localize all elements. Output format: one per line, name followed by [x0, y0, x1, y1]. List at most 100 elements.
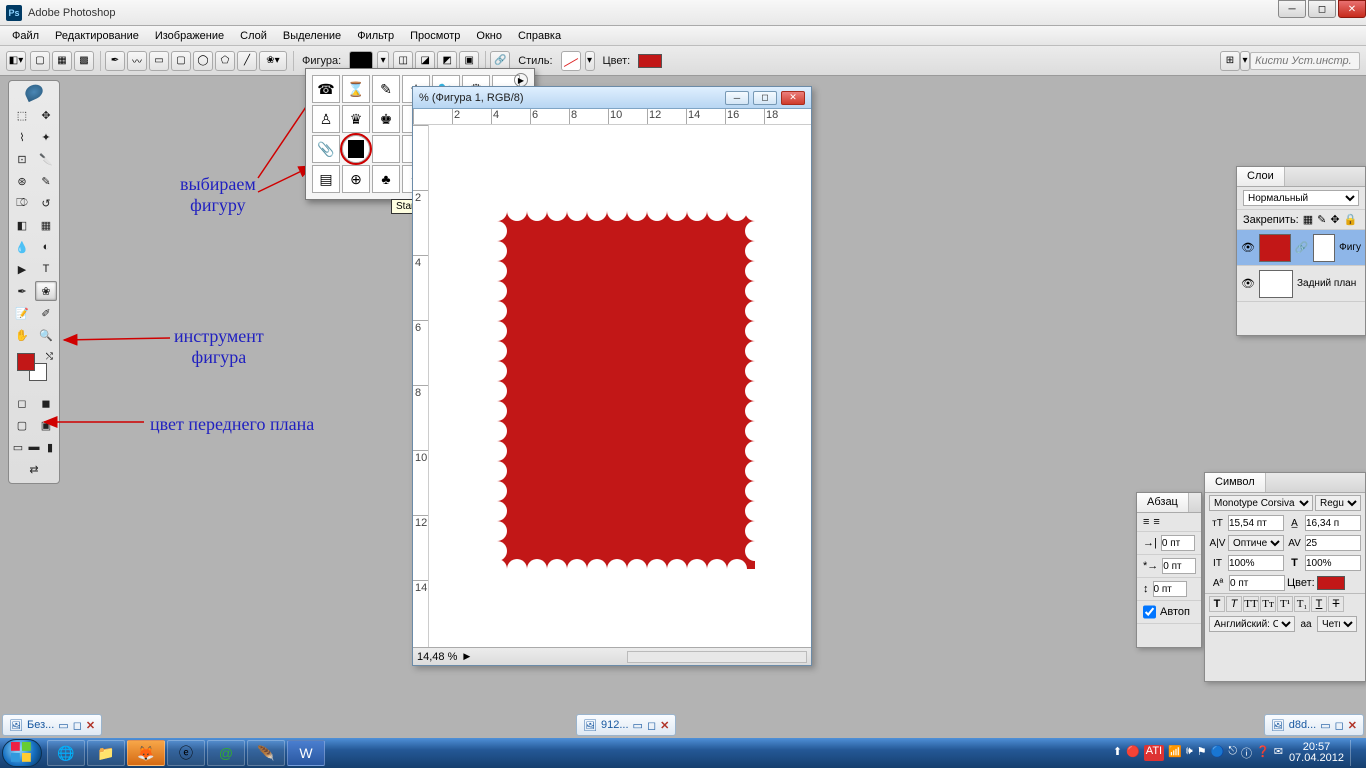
freeform-pen-icon[interactable]: 〰 [127, 51, 147, 71]
auto-hyphen-check[interactable] [1143, 604, 1156, 620]
doc-tab-1[interactable]: 🖼Без...▭◻✕ [2, 714, 102, 736]
lock-paint-icon[interactable]: ✎ [1317, 213, 1326, 226]
zoom-tool[interactable]: 🔍 [35, 325, 57, 345]
menu-view[interactable]: Просмотр [402, 28, 468, 44]
horizontal-scrollbar[interactable] [627, 651, 807, 663]
style-dropdown[interactable]: ▾ [585, 51, 595, 71]
indent-first-icon[interactable]: *→ [1143, 560, 1158, 572]
lock-position-icon[interactable]: ✥ [1330, 213, 1339, 226]
doc-close-button[interactable]: ✕ [781, 91, 805, 105]
font-size-field[interactable] [1228, 515, 1284, 531]
taskbar-ie2-icon[interactable]: ⓔ [167, 740, 205, 766]
close-button[interactable]: ✕ [1338, 0, 1366, 18]
screen-mode-3[interactable]: ▮ [43, 437, 57, 457]
magic-wand-tool[interactable]: ✦ [35, 127, 57, 147]
shape-cell-16[interactable] [372, 135, 400, 163]
marquee-tool[interactable]: ⬚ [11, 105, 33, 125]
tray-icon[interactable]: 🔵 [1211, 745, 1225, 761]
shape-cell-9[interactable]: ♚ [372, 105, 400, 133]
menu-file[interactable]: Файл [4, 28, 47, 44]
dodge-tool[interactable]: ◐ [35, 237, 57, 257]
screen-mode-1[interactable]: ▭ [11, 437, 25, 457]
lock-transparent-icon[interactable]: ▦ [1303, 213, 1313, 226]
underline-icon[interactable]: T [1311, 596, 1327, 612]
taskbar-photoshop-icon[interactable]: 🪶 [247, 740, 285, 766]
tray-icon[interactable]: 🕪 [1186, 745, 1193, 761]
start-button[interactable] [2, 739, 42, 767]
notes-tool[interactable]: 📝 [11, 303, 33, 323]
path-select-tool[interactable]: ▶ [11, 259, 33, 279]
tool-preset-button[interactable]: ◧▾ [6, 51, 26, 71]
swap-colors-icon[interactable]: ⤭ [46, 351, 53, 362]
shape-cell-14[interactable]: 📎 [312, 135, 340, 163]
menu-select[interactable]: Выделение [275, 28, 349, 44]
mode-fill-pixels[interactable]: ▩ [74, 51, 94, 71]
kerning-select[interactable]: Оптическ [1228, 535, 1284, 551]
visibility-icon[interactable]: 👁 [1241, 277, 1255, 290]
custom-shape-tool[interactable]: ❀ [35, 281, 57, 301]
doc-tab-2[interactable]: 🖼912...▭◻✕ [576, 714, 676, 736]
popup-menu-icon[interactable]: ▶ [514, 73, 528, 87]
clock[interactable]: 20:57 07.04.2012 [1289, 742, 1344, 764]
subscript-icon[interactable]: T₁ [1294, 596, 1310, 612]
shape-cell-1[interactable]: ⌛ [342, 75, 370, 103]
language-select[interactable]: Английский: С... [1209, 616, 1295, 632]
type-tool[interactable]: T [35, 259, 57, 279]
char-color-swatch[interactable] [1317, 576, 1345, 590]
style-none[interactable] [561, 51, 581, 71]
tray-icon[interactable]: ⓘ [1241, 745, 1252, 761]
character-tab[interactable]: Символ [1205, 473, 1266, 492]
antialias-select[interactable]: Четко [1317, 616, 1357, 632]
menu-layer[interactable]: Слой [232, 28, 275, 44]
taskbar-app1-icon[interactable]: @ [207, 740, 245, 766]
indent-left-field[interactable] [1161, 535, 1195, 551]
move-tool[interactable]: ✥ [35, 105, 57, 125]
smallcaps-icon[interactable]: Tᴛ [1260, 596, 1276, 612]
blur-tool[interactable]: 💧 [11, 237, 33, 257]
indent-first-field[interactable] [1162, 558, 1196, 574]
maximize-button[interactable]: ◻ [1308, 0, 1336, 18]
align-left-icon[interactable]: ≡ [1143, 516, 1149, 528]
zoom-level[interactable]: 14,48 % [417, 651, 457, 663]
screen-full-icon[interactable]: ▣ [35, 415, 57, 435]
paragraph-tab[interactable]: Абзац [1137, 493, 1189, 512]
allcaps-icon[interactable]: TT [1243, 596, 1259, 612]
shape-cell-15[interactable] [342, 135, 370, 163]
layer-thumb[interactable] [1259, 234, 1291, 262]
screen-std-icon[interactable]: ▢ [11, 415, 33, 435]
superscript-icon[interactable]: T¹ [1277, 596, 1293, 612]
menu-help[interactable]: Справка [510, 28, 569, 44]
font-family-select[interactable]: Monotype Corsiva [1209, 495, 1313, 511]
shape-cell-22[interactable]: ⊕ [342, 165, 370, 193]
tray-icon[interactable]: ⬆ [1113, 745, 1122, 761]
document-titlebar[interactable]: % (Фигура 1, RGB/8) ─ ◻ ✕ [413, 87, 811, 109]
gradient-tool[interactable]: ▦ [35, 215, 57, 235]
crop-tool[interactable]: ⊡ [11, 149, 33, 169]
quickmask-tool[interactable]: ◻ [11, 393, 33, 413]
visibility-icon[interactable]: 👁 [1241, 241, 1255, 254]
layer-item[interactable]: 👁Задний план [1237, 266, 1365, 302]
stamp-tool[interactable]: ⎄ [11, 193, 33, 213]
color-picker[interactable]: ⤭ [13, 351, 55, 387]
slice-tool[interactable]: 🔪 [35, 149, 57, 169]
hand-tool[interactable]: ✋ [11, 325, 33, 345]
bold-icon[interactable]: T [1209, 596, 1225, 612]
space-before-icon[interactable]: ↕ [1143, 583, 1149, 595]
space-before-field[interactable] [1153, 581, 1187, 597]
menu-image[interactable]: Изображение [147, 28, 232, 44]
taskbar-explorer-icon[interactable]: 📁 [87, 740, 125, 766]
indent-left-icon[interactable]: →| [1143, 537, 1157, 549]
polygon-icon[interactable]: ⬠ [215, 51, 235, 71]
rounded-rect-icon[interactable]: ▢ [171, 51, 191, 71]
history-brush-tool[interactable]: ↺ [35, 193, 57, 213]
shape-cell-23[interactable]: ♣ [372, 165, 400, 193]
tray-icon[interactable]: ⚑ [1197, 745, 1207, 761]
strike-icon[interactable]: T [1328, 596, 1344, 612]
align-center-icon[interactable]: ≡ [1153, 516, 1159, 528]
baseline-field[interactable] [1229, 575, 1285, 591]
tray-icon[interactable]: 📶 [1168, 745, 1182, 761]
menu-window[interactable]: Окно [468, 28, 510, 44]
layer-thumb[interactable] [1259, 270, 1293, 298]
layers-tab[interactable]: Слои [1237, 167, 1285, 186]
eraser-tool[interactable]: ◧ [11, 215, 33, 235]
